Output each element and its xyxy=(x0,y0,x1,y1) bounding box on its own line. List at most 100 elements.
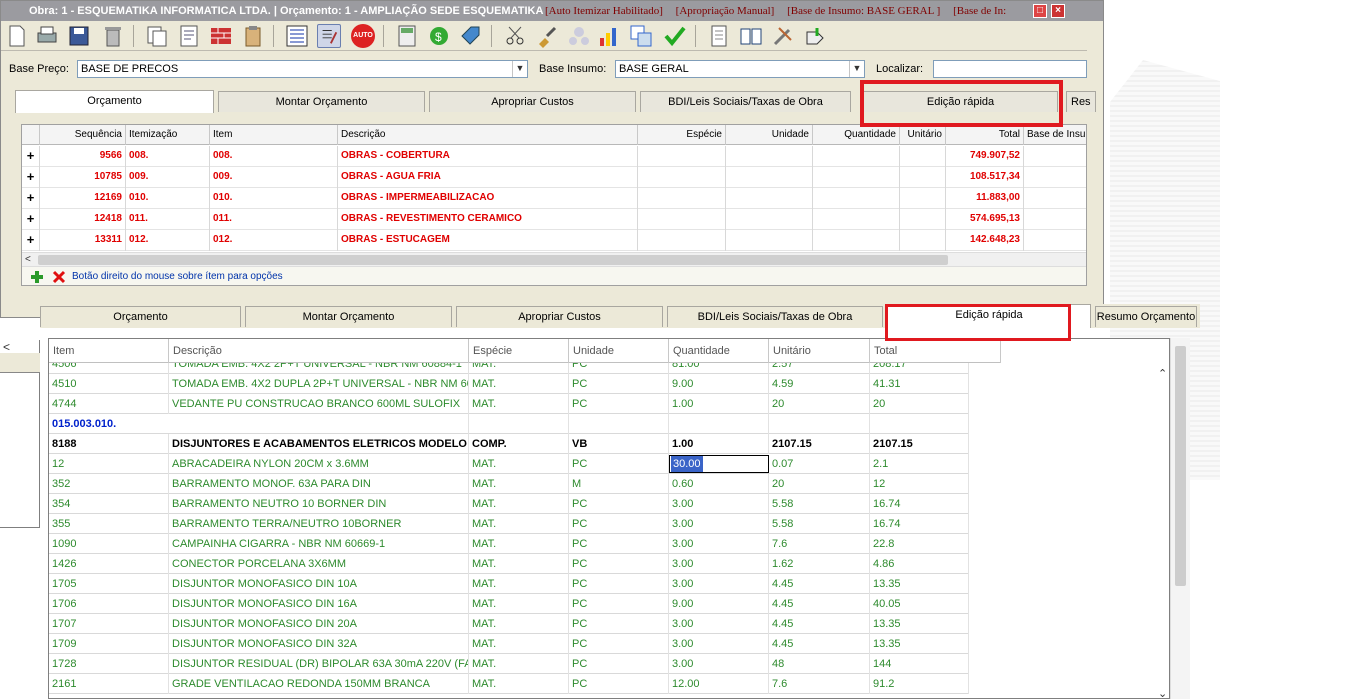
calculator-icon[interactable] xyxy=(395,24,419,48)
table-row[interactable]: +12169 010. 010. OBRAS - IMPERMEABILIZACAO 1… xyxy=(22,188,1086,209)
table-row[interactable]: +10785 009. 009. OBRAS - AGUA FRIA 108.517,3… xyxy=(22,167,1086,188)
table-row[interactable]: 354 BARRAMENTO NEUTRO 10 BORNER DIN MAT. PC… xyxy=(49,494,969,514)
table-row[interactable]: 4506 TOMADA EMB. 4X2 2P+T UNIVERSAL - NBR… xyxy=(49,363,969,374)
col-descricao[interactable]: Descrição xyxy=(169,339,469,363)
table-row[interactable]: +12418 011. 011. OBRAS - REVESTIMENTO CERAM… xyxy=(22,209,1086,230)
report-icon[interactable] xyxy=(177,24,201,48)
col-item[interactable]: Item xyxy=(49,339,169,363)
expand-icon[interactable]: + xyxy=(22,188,40,209)
table-row[interactable]: 1728 DISJUNTOR RESIDUAL (DR) BIPOLAR 63A … xyxy=(49,654,969,674)
table-row[interactable]: 8188 DISJUNTORES E ACABAMENTOS ELETRICOS … xyxy=(49,434,969,454)
table-row[interactable]: 4510 TOMADA EMB. 4X2 DUPLA 2P+T UNIVERSAL… xyxy=(49,374,969,394)
base-insumo-select[interactable]: BASE GERAL ▼ xyxy=(615,60,865,78)
base-preco-select[interactable]: BASE DE PRECOS ▼ xyxy=(77,60,528,78)
table-row[interactable]: 352 BARRAMENTO MONOF. 63A PARA DIN MAT. M 0.… xyxy=(49,474,969,494)
table-row[interactable]: 1705 DISJUNTOR MONOFASICO DIN 10A MAT. PC 3.… xyxy=(49,574,969,594)
tab-resumo-orcamento[interactable]: Resumo Orçamento xyxy=(1095,306,1197,327)
cell-item: 354 xyxy=(49,494,169,514)
col-sequencia[interactable]: Sequência xyxy=(40,125,126,145)
col-total[interactable]: Total xyxy=(870,339,1001,363)
add-icon[interactable] xyxy=(30,270,44,284)
quantity-edit-value[interactable]: 30.00 xyxy=(671,456,703,472)
windows-icon[interactable] xyxy=(629,24,653,48)
table-row[interactable]: +9566 008. 008. OBRAS - COBERTURA 749.907,52 xyxy=(22,146,1086,167)
col-quantidade[interactable]: Quantidade xyxy=(669,339,769,363)
chevron-left-icon[interactable]: < xyxy=(25,253,31,267)
scroll-thumb[interactable] xyxy=(1175,346,1186,586)
list-icon[interactable] xyxy=(285,24,309,48)
chevron-down-icon[interactable]: ▼ xyxy=(512,61,527,77)
tag-icon[interactable] xyxy=(459,24,483,48)
tab-montar-orcamento[interactable]: Montar Orçamento xyxy=(245,306,452,327)
localizar-input[interactable] xyxy=(933,60,1087,78)
tab-montar-orcamento[interactable]: Montar Orçamento xyxy=(218,91,425,112)
new-document-icon[interactable] xyxy=(5,24,29,48)
table-row[interactable]: 1707 DISJUNTOR MONOFASICO DIN 20A MAT. PC 3.… xyxy=(49,614,969,634)
table-row[interactable]: 1426 CONECTOR PORCELANA 3X6MM MAT. PC 3.00 1.… xyxy=(49,554,969,574)
delete-icon[interactable] xyxy=(52,270,66,284)
chart-icon[interactable] xyxy=(597,24,621,48)
close-icon[interactable]: × xyxy=(1051,4,1065,18)
tab-orcamento[interactable]: Orçamento xyxy=(15,90,214,113)
cell-empty xyxy=(726,230,813,251)
col-unidade[interactable]: Unidade xyxy=(569,339,669,363)
export-icon[interactable] xyxy=(803,24,827,48)
table-row[interactable]: 1709 DISJUNTOR MONOFASICO DIN 32A MAT. PC 3.… xyxy=(49,634,969,654)
table-row[interactable]: 1706 DISJUNTOR MONOFASICO DIN 16A MAT. PC 9.… xyxy=(49,594,969,614)
col-unidade[interactable]: Unidade xyxy=(726,125,813,145)
chevron-up-icon[interactable]: ⌃ xyxy=(1158,367,1167,380)
expand-icon[interactable]: + xyxy=(22,230,40,251)
expand-icon[interactable]: + xyxy=(22,209,40,230)
scissors-icon[interactable] xyxy=(503,24,527,48)
brush-icon[interactable] xyxy=(535,24,559,48)
table-row[interactable]: 4744 VEDANTE PU CONSTRUCAO BRANCO 600ML S… xyxy=(49,394,969,414)
tab-apropriar-custos[interactable]: Apropriar Custos xyxy=(456,306,663,327)
group-row[interactable]: 015.003.010. xyxy=(49,414,969,434)
horizontal-scrollbar[interactable]: < xyxy=(22,252,1086,267)
col-itemizacao[interactable]: Itemização xyxy=(126,125,210,145)
col-unitario[interactable]: Unitário xyxy=(900,125,946,145)
chevron-down-icon[interactable]: ⌄ xyxy=(1158,687,1167,700)
money-icon[interactable]: $ xyxy=(427,24,451,48)
scroll-thumb[interactable] xyxy=(38,255,948,265)
quantity-edit-field[interactable]: 30.00 xyxy=(669,455,769,473)
tab-orcamento[interactable]: Orçamento xyxy=(40,306,241,327)
copy-icon[interactable] xyxy=(145,24,169,48)
table-row[interactable]: 2161 GRADE VENTILACAO REDONDA 150MM BRANC… xyxy=(49,674,969,694)
tab-apropriar-custos[interactable]: Apropriar Custos xyxy=(429,91,636,112)
edit-list-icon[interactable] xyxy=(317,24,341,48)
print-icon[interactable] xyxy=(35,24,59,48)
expand-icon[interactable]: + xyxy=(22,146,40,167)
tab-resumo[interactable]: Res xyxy=(1066,91,1096,112)
vertical-scrollbar[interactable] xyxy=(1170,338,1190,699)
trash-icon[interactable] xyxy=(101,24,125,48)
clipboard-icon[interactable] xyxy=(241,24,265,48)
chevron-down-icon[interactable]: ▼ xyxy=(849,61,864,77)
col-especie[interactable]: Espécie xyxy=(469,339,569,363)
bricks-icon[interactable] xyxy=(209,24,233,48)
table-row[interactable]: 1090 CAMPAINHA CIGARRA - NBR NM 60669-1 MA… xyxy=(49,534,969,554)
auto-icon[interactable]: AUTO xyxy=(351,24,375,48)
book-icon[interactable] xyxy=(739,24,763,48)
maximize-icon[interactable]: □ xyxy=(1033,4,1047,18)
col-quantidade[interactable]: Quantidade xyxy=(813,125,900,145)
col-unitario[interactable]: Unitário xyxy=(769,339,870,363)
save-icon[interactable] xyxy=(67,24,91,48)
col-descricao[interactable]: Descrição xyxy=(338,125,638,145)
tab-bdi[interactable]: BDI/Leis Sociais/Taxas de Obra xyxy=(667,306,883,327)
check-icon[interactable] xyxy=(663,24,687,48)
col-total[interactable]: Total xyxy=(946,125,1024,145)
col-item[interactable]: Item xyxy=(210,125,338,145)
table-row[interactable]: +13311 012. 012. OBRAS - ESTUCAGEM 142.648,2… xyxy=(22,230,1086,251)
network-icon[interactable] xyxy=(567,24,591,48)
expand-icon[interactable]: + xyxy=(22,167,40,188)
cell-item: 1706 xyxy=(49,594,169,614)
tab-bdi[interactable]: BDI/Leis Sociais/Taxas de Obra xyxy=(640,91,851,112)
chevron-left-icon[interactable]: < xyxy=(3,340,10,354)
page-icon[interactable] xyxy=(707,24,731,48)
table-row[interactable]: 355 BARRAMENTO TERRA/NEUTRO 10BORNER MAT. P… xyxy=(49,514,969,534)
table-row[interactable]: 12 ABRACADEIRA NYLON 20CM x 3.6MM MAT. PC 30… xyxy=(49,454,969,474)
col-base-insumo[interactable]: Base de Insu xyxy=(1024,125,1086,145)
col-especie[interactable]: Espécie xyxy=(638,125,726,145)
tools-icon[interactable] xyxy=(771,24,795,48)
